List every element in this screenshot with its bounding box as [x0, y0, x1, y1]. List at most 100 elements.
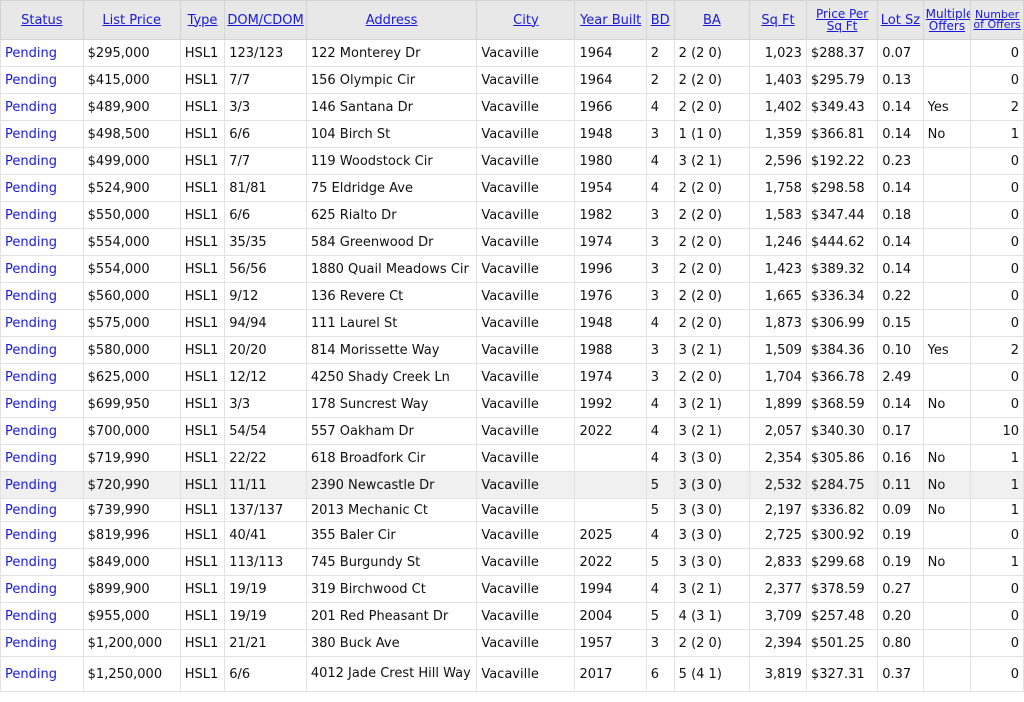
table-row[interactable]: Pending $819,996 HSL1 40/41 355 Baler Cir Vac… — [0, 521, 1024, 549]
table-row[interactable]: Pending $524,900 HSL1 81/81 75 Eldridge Ave V… — [0, 174, 1024, 202]
table-row[interactable]: Pending $1,200,000 HSL1 21/21 380 Buck Ave Va… — [0, 629, 1024, 657]
cell-status[interactable]: Pending — [0, 656, 84, 692]
cell-status[interactable]: Pending — [0, 602, 84, 630]
table-row[interactable]: Pending $550,000 HSL1 6/6 625 Rialto Dr Vacav… — [0, 201, 1024, 229]
cell-status[interactable]: Pending — [0, 363, 84, 391]
col-header-status[interactable]: Status — [0, 0, 84, 40]
cell-status[interactable]: Pending — [0, 201, 84, 229]
cell-status[interactable]: Pending — [0, 228, 84, 256]
cell-status[interactable]: Pending — [0, 120, 84, 148]
sort-dom-link[interactable]: DOM/CDOM — [227, 13, 303, 28]
table-row[interactable]: Pending $560,000 HSL1 9/12 136 Revere Ct Vaca… — [0, 282, 1024, 310]
sort-lot-size-link[interactable]: Lot Sz — [881, 13, 920, 28]
status-link[interactable]: Pending — [5, 451, 57, 466]
cell-status[interactable]: Pending — [0, 66, 84, 94]
status-link[interactable]: Pending — [5, 181, 57, 196]
status-link[interactable]: Pending — [5, 100, 57, 115]
cell-status[interactable]: Pending — [0, 629, 84, 657]
table-row[interactable]: Pending $489,900 HSL1 3/3 146 Santana Dr Vaca… — [0, 93, 1024, 121]
col-header-list-price[interactable]: List Price — [82, 0, 181, 40]
status-link[interactable]: Pending — [5, 636, 57, 651]
sort-type-link[interactable]: Type — [188, 13, 218, 28]
col-header-lot-size[interactable]: Lot Sz — [877, 0, 924, 40]
col-header-year-built[interactable]: Year Built — [574, 0, 647, 40]
table-row[interactable]: Pending $415,000 HSL1 7/7 156 Olympic Cir Vac… — [0, 66, 1024, 94]
table-row[interactable]: Pending $899,900 HSL1 19/19 319 Birchwood Ct… — [0, 575, 1024, 603]
table-row[interactable]: Pending $625,000 HSL1 12/12 4250 Shady Creek… — [0, 363, 1024, 391]
cell-status[interactable]: Pending — [0, 336, 84, 364]
table-row[interactable]: Pending $1,250,000 HSL1 6/6 4012 Jade Crest … — [0, 656, 1024, 692]
cell-status[interactable]: Pending — [0, 255, 84, 283]
col-header-multiple-offers[interactable]: Multiple Offers — [922, 0, 972, 40]
cell-status[interactable]: Pending — [0, 548, 84, 576]
cell-status[interactable]: Pending — [0, 93, 84, 121]
status-link[interactable]: Pending — [5, 127, 57, 142]
sort-list-price-link[interactable]: List Price — [102, 13, 161, 28]
col-header-bd[interactable]: BD — [645, 0, 675, 40]
sort-price-per-sqft-link[interactable]: Price Per Sq Ft — [816, 7, 868, 33]
sort-sqft-link[interactable]: Sq Ft — [761, 13, 794, 28]
cell-status[interactable]: Pending — [0, 471, 84, 499]
status-link[interactable]: Pending — [5, 316, 57, 331]
status-link[interactable]: Pending — [5, 609, 57, 624]
sort-number-of-offers-link[interactable]: Number of Offers — [973, 8, 1020, 31]
table-row[interactable]: Pending $295,000 HSL1 123/123 122 Monterey D… — [0, 39, 1024, 67]
sort-bd-link[interactable]: BD — [651, 13, 670, 28]
cell-status[interactable]: Pending — [0, 390, 84, 418]
table-row[interactable]: Pending $498,500 HSL1 6/6 104 Birch St Vacavi… — [0, 120, 1024, 148]
sort-multiple-offers-link[interactable]: Multiple Offers — [926, 7, 970, 33]
cell-status[interactable]: Pending — [0, 174, 84, 202]
col-header-number-of-offers[interactable]: Number of Offers — [970, 0, 1024, 40]
table-row[interactable]: Pending $849,000 HSL1 113/113 745 Burgundy S… — [0, 548, 1024, 576]
table-row[interactable]: Pending $700,000 HSL1 54/54 557 Oakham Dr Vac… — [0, 417, 1024, 445]
col-header-address[interactable]: Address — [305, 0, 478, 40]
table-row[interactable]: Pending $554,000 HSL1 35/35 584 Greenwood Dr… — [0, 228, 1024, 256]
status-link[interactable]: Pending — [5, 528, 57, 543]
status-link[interactable]: Pending — [5, 478, 57, 493]
status-link[interactable]: Pending — [5, 370, 57, 385]
status-link[interactable]: Pending — [5, 289, 57, 304]
status-link[interactable]: Pending — [5, 397, 57, 412]
cell-status[interactable]: Pending — [0, 309, 84, 337]
cell-status[interactable]: Pending — [0, 575, 84, 603]
table-row[interactable]: Pending $955,000 HSL1 19/19 201 Red Pheasant… — [0, 602, 1024, 630]
table-row[interactable]: Pending $719,990 HSL1 22/22 618 Broadfork Ci… — [0, 444, 1024, 472]
col-header-city[interactable]: City — [476, 0, 576, 40]
sort-ba-link[interactable]: BA — [703, 13, 721, 28]
table-row[interactable]: Pending $554,000 HSL1 56/56 1880 Quail Meado… — [0, 255, 1024, 283]
cell-status[interactable]: Pending — [0, 417, 84, 445]
col-header-sqft[interactable]: Sq Ft — [749, 0, 807, 40]
status-link[interactable]: Pending — [5, 262, 57, 277]
status-link[interactable]: Pending — [5, 343, 57, 358]
status-link[interactable]: Pending — [5, 73, 57, 88]
sort-city-link[interactable]: City — [513, 13, 538, 28]
status-link[interactable]: Pending — [5, 555, 57, 570]
cell-status[interactable]: Pending — [0, 39, 84, 67]
cell-status[interactable]: Pending — [0, 282, 84, 310]
status-link[interactable]: Pending — [5, 208, 57, 223]
status-link[interactable]: Pending — [5, 582, 57, 597]
col-header-ba[interactable]: BA — [673, 0, 751, 40]
status-link[interactable]: Pending — [5, 154, 57, 169]
col-header-price-per-sqft[interactable]: Price Per Sq Ft — [805, 0, 879, 40]
table-row[interactable]: Pending $699,950 HSL1 3/3 178 Suncrest Way Va… — [0, 390, 1024, 418]
table-row[interactable]: Pending $499,000 HSL1 7/7 119 Woodstock Cir V… — [0, 147, 1024, 175]
status-link[interactable]: Pending — [5, 667, 57, 682]
cell-status[interactable]: Pending — [0, 498, 84, 522]
sort-year-built-link[interactable]: Year Built — [580, 13, 641, 28]
col-header-type[interactable]: Type — [179, 0, 226, 40]
status-link[interactable]: Pending — [5, 424, 57, 439]
table-row[interactable]: Pending $575,000 HSL1 94/94 111 Laurel St Vac… — [0, 309, 1024, 337]
sort-address-link[interactable]: Address — [366, 13, 418, 28]
sort-status-link[interactable]: Status — [21, 13, 62, 28]
status-link[interactable]: Pending — [5, 46, 57, 61]
cell-status[interactable]: Pending — [0, 147, 84, 175]
cell-status[interactable]: Pending — [0, 521, 84, 549]
status-link[interactable]: Pending — [5, 235, 57, 250]
cell-status[interactable]: Pending — [0, 444, 84, 472]
table-row[interactable]: Pending $739,990 HSL1 137/137 2013 Mechanic … — [0, 498, 1024, 522]
table-row[interactable]: Pending $580,000 HSL1 20/20 814 Morissette W… — [0, 336, 1024, 364]
table-row[interactable]: Pending $720,990 HSL1 11/11 2390 Newcastle D… — [0, 471, 1024, 499]
col-header-dom[interactable]: DOM/CDOM — [224, 0, 307, 40]
status-link[interactable]: Pending — [5, 503, 57, 518]
